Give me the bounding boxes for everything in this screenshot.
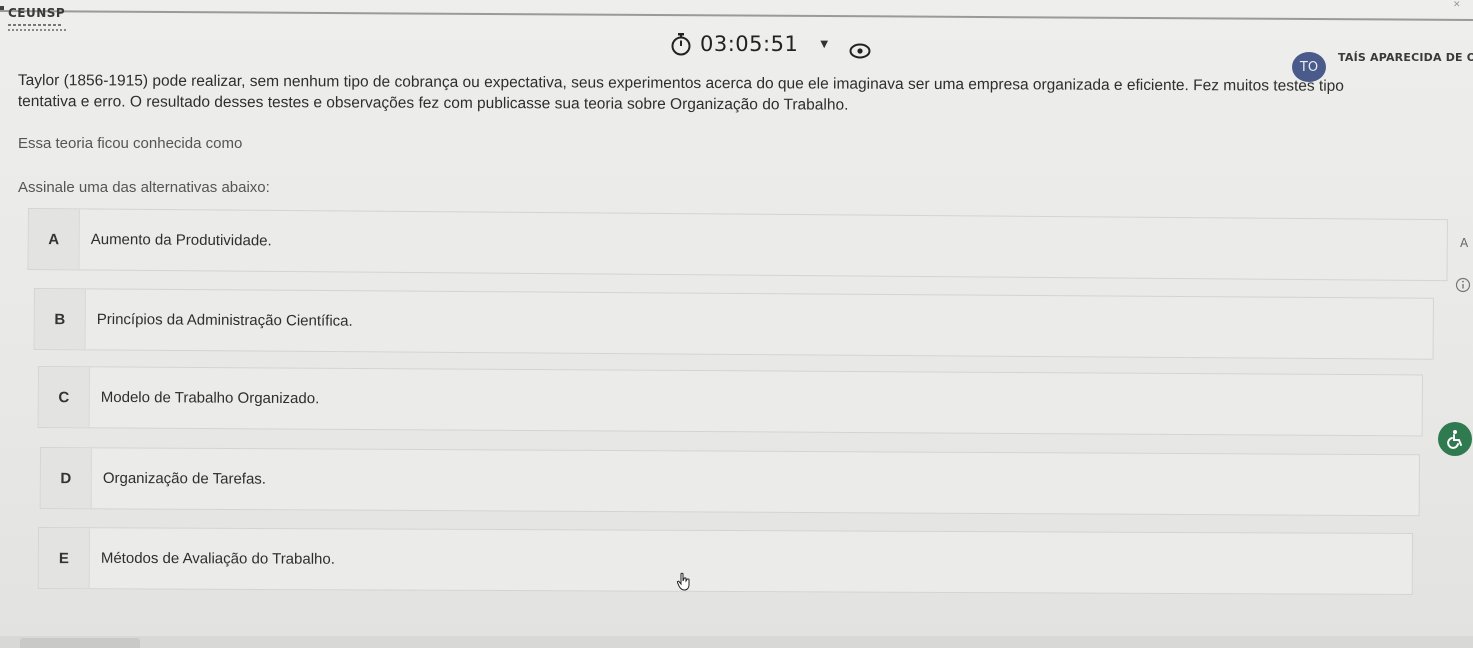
timer-value: 03:05:51 [700,32,799,56]
accessibility-icon[interactable] [1438,422,1472,456]
option-c[interactable]: C Modelo de Trabalho Organizado. [37,366,1423,437]
exam-timer[interactable]: 03:05:51 ▼ [670,32,828,56]
option-letter: E [38,528,90,589]
option-b[interactable]: B Princípios da Administração Científica… [33,288,1434,360]
question-prompt: Essa teoria ficou conhecida como [18,135,243,152]
eye-icon[interactable] [849,43,871,59]
bottom-bar [0,636,1473,648]
question-text: Taylor (1856-1915) pode realizar, sem ne… [18,70,1468,118]
bottom-tab[interactable] [20,638,140,648]
side-panel-label[interactable]: A [1460,236,1468,250]
option-letter: D [40,448,92,509]
exam-page: ✕ CEUNSP 03:05:51 ▼ TO TAÍS APARECIDA DE… [0,0,1473,648]
caret-down-icon[interactable]: ▼ [820,39,828,50]
top-divider [0,10,1473,21]
option-text: Princípios da Administração Científica. [96,310,353,330]
user-name: TAÍS APARECIDA DE OLIV [1338,51,1473,64]
info-icon[interactable] [1455,277,1471,293]
wheelchair-icon [1447,430,1462,449]
option-a[interactable]: A Aumento da Produtividade. [27,208,1448,282]
option-text: Métodos de Avaliação do Trabalho. [100,549,335,568]
option-letter: B [34,289,86,350]
option-text: Aumento da Produtividade. [90,230,272,250]
institution-logo: CEUNSP [8,6,98,40]
option-text: Modelo de Trabalho Organizado. [100,388,320,408]
stopwatch-icon [671,33,691,56]
logo-tagline [8,24,62,26]
option-letter: C [38,367,90,428]
option-d[interactable]: D Organização de Tarefas. [39,447,1420,517]
option-text: Organização de Tarefas. [102,469,267,488]
option-letter: A [28,209,80,270]
option-e[interactable]: E Métodos de Avaliação do Trabalho. [37,527,1413,595]
logo-text: CEUNSP [8,6,66,20]
window-control-icon[interactable]: ✕ [1453,0,1461,10]
question-instruction: Assinale uma das alternativas abaixo: [18,179,270,196]
hand-pointer-icon [676,572,690,591]
logo-tagline-2 [8,29,68,31]
